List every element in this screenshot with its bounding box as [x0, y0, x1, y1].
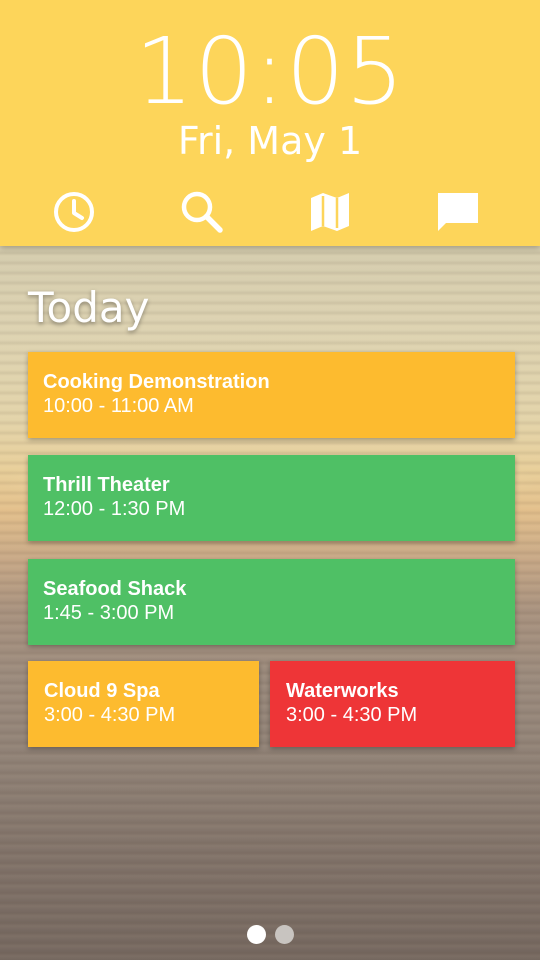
page-indicator: [0, 925, 540, 945]
home-screen: 10:05 Fri, May 1 Today Cooking Demonstra…: [0, 0, 540, 960]
search-button[interactable]: [174, 186, 230, 238]
page-dot[interactable]: [274, 925, 294, 944]
map-button[interactable]: [302, 186, 358, 238]
event-time: 3:00 - 4:30 PM: [286, 704, 418, 726]
chat-icon: [438, 193, 478, 231]
agenda-heading: Today: [28, 283, 150, 332]
event-card[interactable]: Thrill Theater 12:00 - 1:30 PM: [28, 455, 515, 541]
clock-header: 10:05 Fri, May 1: [0, 0, 540, 246]
event-card[interactable]: Cooking Demonstration 10:00 - 11:00 AM: [28, 352, 515, 438]
event-title: Thrill Theater: [43, 474, 170, 496]
clock-icon: [54, 192, 94, 232]
clock-date: Fri, May 1: [177, 119, 363, 163]
search-icon: [181, 191, 223, 233]
page-dot[interactable]: [246, 925, 266, 944]
event-card[interactable]: Cloud 9 Spa 3:00 - 4:30 PM: [28, 661, 259, 747]
event-card[interactable]: Waterworks 3:00 - 4:30 PM: [270, 661, 515, 747]
clock-button[interactable]: [46, 186, 102, 238]
event-title: Seafood Shack: [43, 578, 187, 600]
event-title: Cooking Demonstration: [43, 371, 270, 393]
messages-button[interactable]: [430, 186, 486, 238]
event-time: 3:00 - 4:30 PM: [44, 704, 176, 726]
event-title: Waterworks: [286, 680, 399, 702]
event-title: Cloud 9 Spa: [44, 680, 160, 702]
event-time: 12:00 - 1:30 PM: [43, 498, 186, 520]
event-time: 10:00 - 11:00 AM: [43, 395, 194, 417]
header-toolbar: [0, 180, 540, 244]
event-time: 1:45 - 3:00 PM: [43, 602, 175, 624]
map-icon: [311, 193, 349, 231]
clock-time: 10:05: [134, 18, 406, 125]
event-card[interactable]: Seafood Shack 1:45 - 3:00 PM: [28, 559, 515, 645]
